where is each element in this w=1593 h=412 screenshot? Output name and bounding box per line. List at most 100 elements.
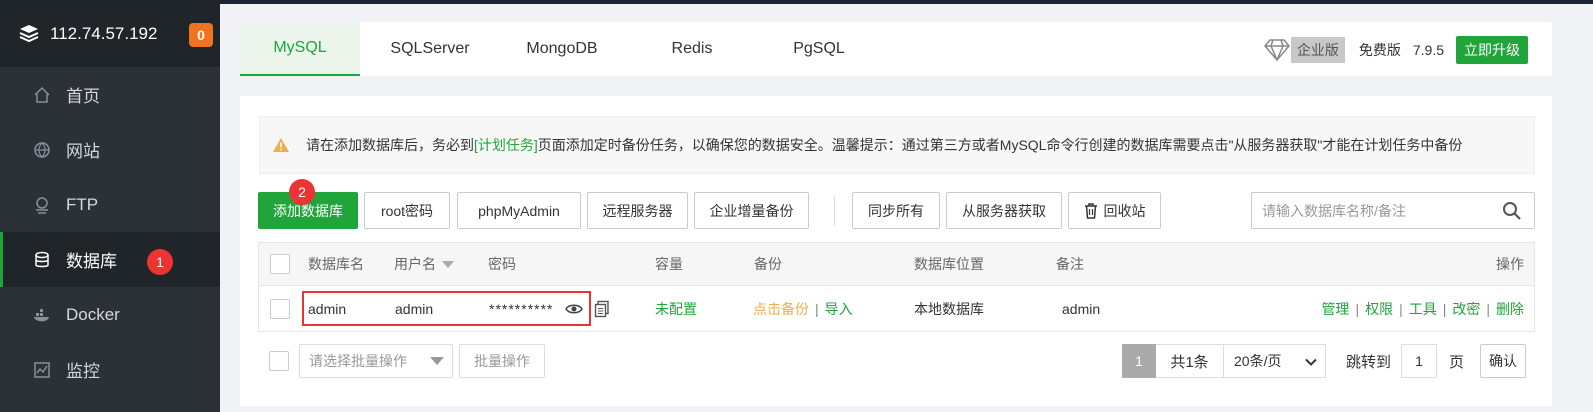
header-checkbox-cell <box>270 243 290 285</box>
current-page[interactable]: 1 <box>1122 344 1156 378</box>
step-marker-2: 2 <box>289 179 315 205</box>
cron-task-link[interactable]: [计划任务] <box>474 135 538 155</box>
tab-sqlserver[interactable]: SQLServer <box>360 22 500 76</box>
enterprise-edition-link[interactable]: 企业版 <box>1261 37 1345 63</box>
db-type-tabs: MySQL SQLServer MongoDB Redis PgSQL 企业版 … <box>240 22 1552 76</box>
separator: | <box>1486 300 1490 317</box>
ftp-icon <box>33 196 51 214</box>
sidebar-item-label: Docker <box>66 304 120 324</box>
sidebar-item-label: 网站 <box>66 142 100 161</box>
jump-to-label: 跳转到 <box>1346 353 1392 371</box>
server-ip: 112.74.57.192 <box>50 23 158 43</box>
fetch-from-server-button[interactable]: 从服务器获取 <box>946 192 1062 229</box>
capacity-cell[interactable]: 未配置 <box>655 286 697 331</box>
page-unit-label: 页 <box>1449 353 1465 371</box>
docker-icon <box>33 306 51 324</box>
row-checkbox-cell <box>270 286 290 331</box>
backup-cell: 点击备份 | 导入 <box>753 286 853 331</box>
root-password-button[interactable]: root密码 <box>364 192 450 229</box>
remote-server-button[interactable]: 远程服务器 <box>587 192 688 229</box>
notice-text-before: 请在添加数据库后，务必到 <box>306 137 474 153</box>
monitor-icon <box>33 361 51 379</box>
batch-operation-button[interactable]: 批量操作 <box>459 344 545 378</box>
home-icon <box>33 86 51 104</box>
header-capacity: 容量 <box>655 256 683 272</box>
sidebar-item-label: 首页 <box>66 87 100 106</box>
sidebar-item-label: FTP <box>66 194 99 214</box>
copy-icon[interactable] <box>593 300 611 318</box>
phpmyadmin-button[interactable]: phpMyAdmin <box>457 192 581 229</box>
sidebar-item-home[interactable]: 首页 <box>0 67 220 122</box>
manage-link[interactable]: 管理 <box>1321 299 1349 319</box>
edition-info: 企业版 免费版 7.9.5 立即升级 <box>1261 36 1528 64</box>
jump-confirm-button[interactable]: 确认 <box>1480 344 1527 378</box>
separator: | <box>815 300 819 317</box>
delete-link[interactable]: 删除 <box>1496 299 1524 319</box>
sidebar-item-ftp[interactable]: FTP <box>0 177 220 232</box>
tab-redis[interactable]: Redis <box>624 22 760 76</box>
header-backup: 备份 <box>754 256 782 272</box>
server-header[interactable]: 112.74.57.192 0 <box>0 0 220 67</box>
caret-down-icon <box>430 357 444 365</box>
sidebar-item-label: 数据库 <box>66 252 117 271</box>
sidebar-item-label: 监控 <box>66 362 100 381</box>
pagination: 1 共1条 20条/页 跳转到 1 页 确认 <box>1122 344 1527 378</box>
tab-mysql[interactable]: MySQL <box>240 22 360 76</box>
top-border <box>0 0 1593 4</box>
tab-mongodb[interactable]: MongoDB <box>500 22 624 76</box>
sync-all-button[interactable]: 同步所有 <box>852 192 940 229</box>
header-note: 备注 <box>1056 256 1084 272</box>
sort-down-icon <box>442 260 454 268</box>
import-link[interactable]: 导入 <box>825 299 853 319</box>
search-box <box>1251 192 1535 229</box>
table-row: admin admin ********** 未配置 点击备份 | 导入 本地数… <box>259 286 1534 331</box>
jump-page-input[interactable]: 1 <box>1401 344 1438 378</box>
toolbar-divider <box>834 196 835 226</box>
backup-now-link[interactable]: 点击备份 <box>753 299 809 319</box>
page-size-value: 20条/页 <box>1234 353 1282 369</box>
separator: | <box>1442 300 1447 317</box>
ops-cell: 管理 | 权限 | 工具 | 改密 | 删除 <box>1321 286 1524 331</box>
tab-pgsql[interactable]: PgSQL <box>760 22 878 76</box>
header-db-name: 数据库名 <box>308 256 364 272</box>
highlight-box <box>302 291 591 326</box>
separator: | <box>1355 300 1360 317</box>
search-icon[interactable] <box>1502 201 1522 221</box>
trash-icon <box>1084 202 1098 219</box>
sidebar-item-website[interactable]: 网站 <box>0 122 220 177</box>
toolbar: 添加数据库 2 root密码 phpMyAdmin 远程服务器 企业增量备份 同… <box>258 179 1538 230</box>
warning-icon <box>272 137 290 153</box>
version-label: 7.9.5 <box>1412 42 1444 58</box>
header-password: 密码 <box>488 256 516 272</box>
header-username[interactable]: 用户名 <box>394 243 454 285</box>
sidebar-item-database[interactable]: 数据库 1 <box>0 232 220 287</box>
backup-notice: 请在添加数据库后，务必到 [计划任务] 页面添加定时备份任务，以确保您的数据安全。温… <box>259 116 1535 174</box>
recycle-bin-label: 回收站 <box>1103 202 1146 219</box>
notice-text-after: 页面添加定时备份任务，以确保您的数据安全。温馨提示：通过第三方或者MySQL命令… <box>537 137 1463 153</box>
page-size-select[interactable]: 20条/页 <box>1224 344 1326 378</box>
total-count: 共1条 <box>1156 344 1224 378</box>
server-icon <box>18 23 40 45</box>
note-cell[interactable]: admin <box>1062 286 1100 331</box>
recycle-bin-button[interactable]: 回收站 <box>1068 192 1161 229</box>
enterprise-backup-button[interactable]: 企业增量备份 <box>694 192 809 229</box>
permission-link[interactable]: 权限 <box>1365 299 1393 319</box>
step-marker-1: 1 <box>147 249 173 275</box>
database-table: 数据库名 用户名 密码 容量 备份 数据库位置 备注 操作 admin admi… <box>258 242 1535 332</box>
row-checkbox[interactable] <box>270 298 290 319</box>
sidebar-item-monitor[interactable]: 监控 <box>0 342 220 397</box>
message-count-badge[interactable]: 0 <box>189 23 213 47</box>
header-ops: 操作 <box>1496 256 1524 272</box>
change-password-link[interactable]: 改密 <box>1452 299 1480 319</box>
search-input[interactable] <box>1252 193 1492 228</box>
upgrade-button[interactable]: 立即升级 <box>1456 36 1528 64</box>
footer-select-all-checkbox[interactable] <box>269 351 289 371</box>
diamond-icon <box>1261 37 1293 63</box>
table-header: 数据库名 用户名 密码 容量 备份 数据库位置 备注 操作 <box>259 243 1534 286</box>
batch-operation-select[interactable]: 请选择批量操作 <box>299 344 453 378</box>
tools-link[interactable]: 工具 <box>1409 299 1437 319</box>
database-panel: 请在添加数据库后，务必到 [计划任务] 页面添加定时备份任务，以确保您的数据安全。温… <box>240 96 1552 406</box>
sidebar-item-docker[interactable]: Docker <box>0 287 220 342</box>
select-all-checkbox[interactable] <box>270 254 290 274</box>
free-edition-label: 免费版 <box>1358 42 1401 58</box>
